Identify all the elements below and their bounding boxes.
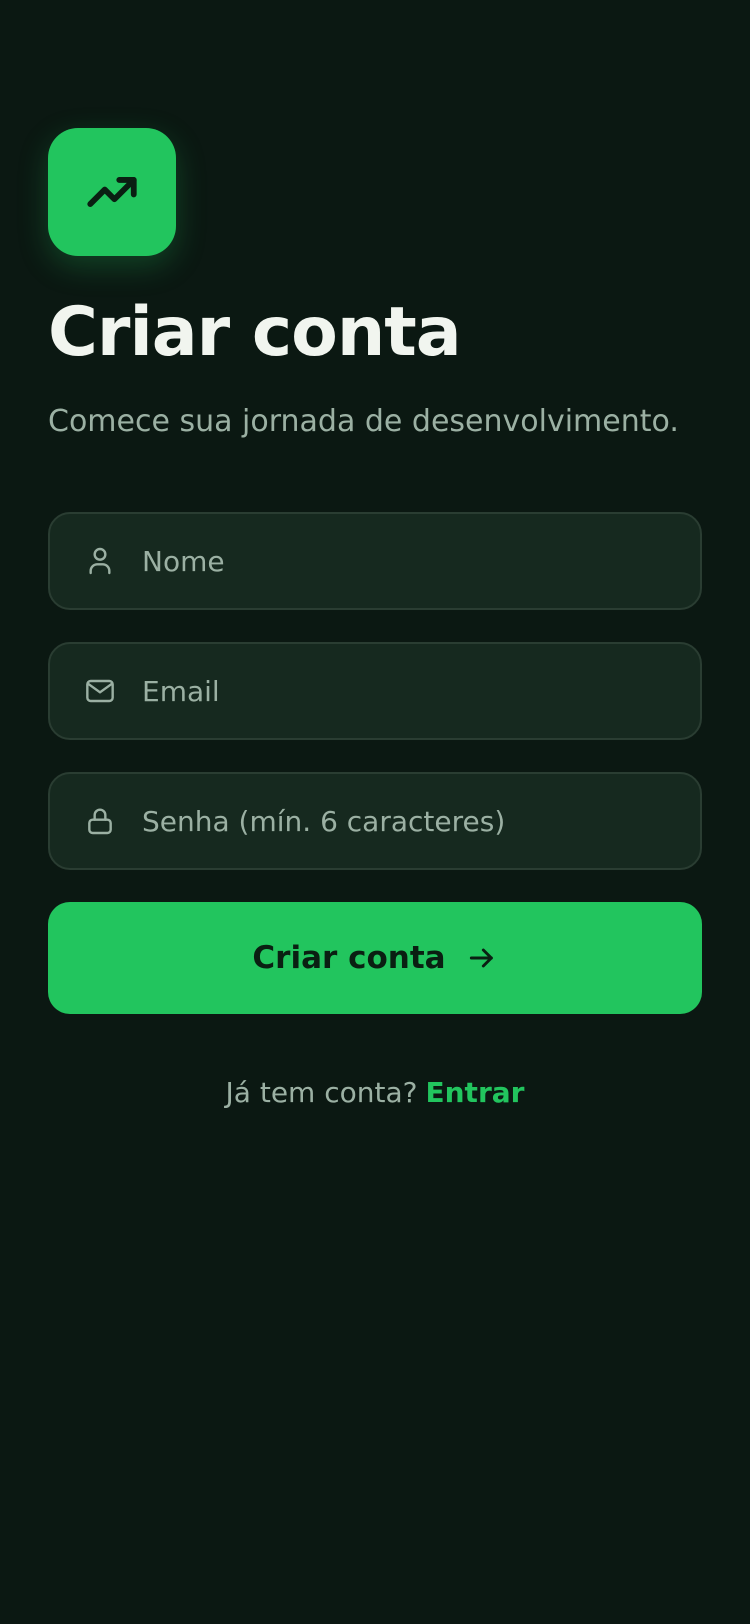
create-account-label: Criar conta xyxy=(252,940,446,976)
password-field[interactable] xyxy=(48,772,702,870)
arrow-right-icon xyxy=(466,942,498,974)
user-icon xyxy=(84,545,116,577)
name-input[interactable] xyxy=(142,514,700,608)
email-field[interactable] xyxy=(48,642,702,740)
page-title: Criar conta xyxy=(48,293,462,372)
signup-screen: Criar conta Comece sua jornada de desenv… xyxy=(0,0,750,1624)
lock-icon xyxy=(84,805,116,837)
mail-icon xyxy=(84,675,116,707)
login-prompt: Já tem conta? Entrar xyxy=(0,1076,750,1109)
login-prompt-text: Já tem conta? xyxy=(225,1076,418,1109)
create-account-button[interactable]: Criar conta xyxy=(48,902,702,1014)
page-subtitle: Comece sua jornada de desenvolvimento. xyxy=(48,404,679,439)
login-link[interactable]: Entrar xyxy=(426,1076,525,1109)
email-input[interactable] xyxy=(142,644,700,738)
password-input[interactable] xyxy=(142,774,700,868)
trending-up-icon xyxy=(87,177,137,207)
name-field[interactable] xyxy=(48,512,702,610)
app-logo xyxy=(48,128,176,256)
